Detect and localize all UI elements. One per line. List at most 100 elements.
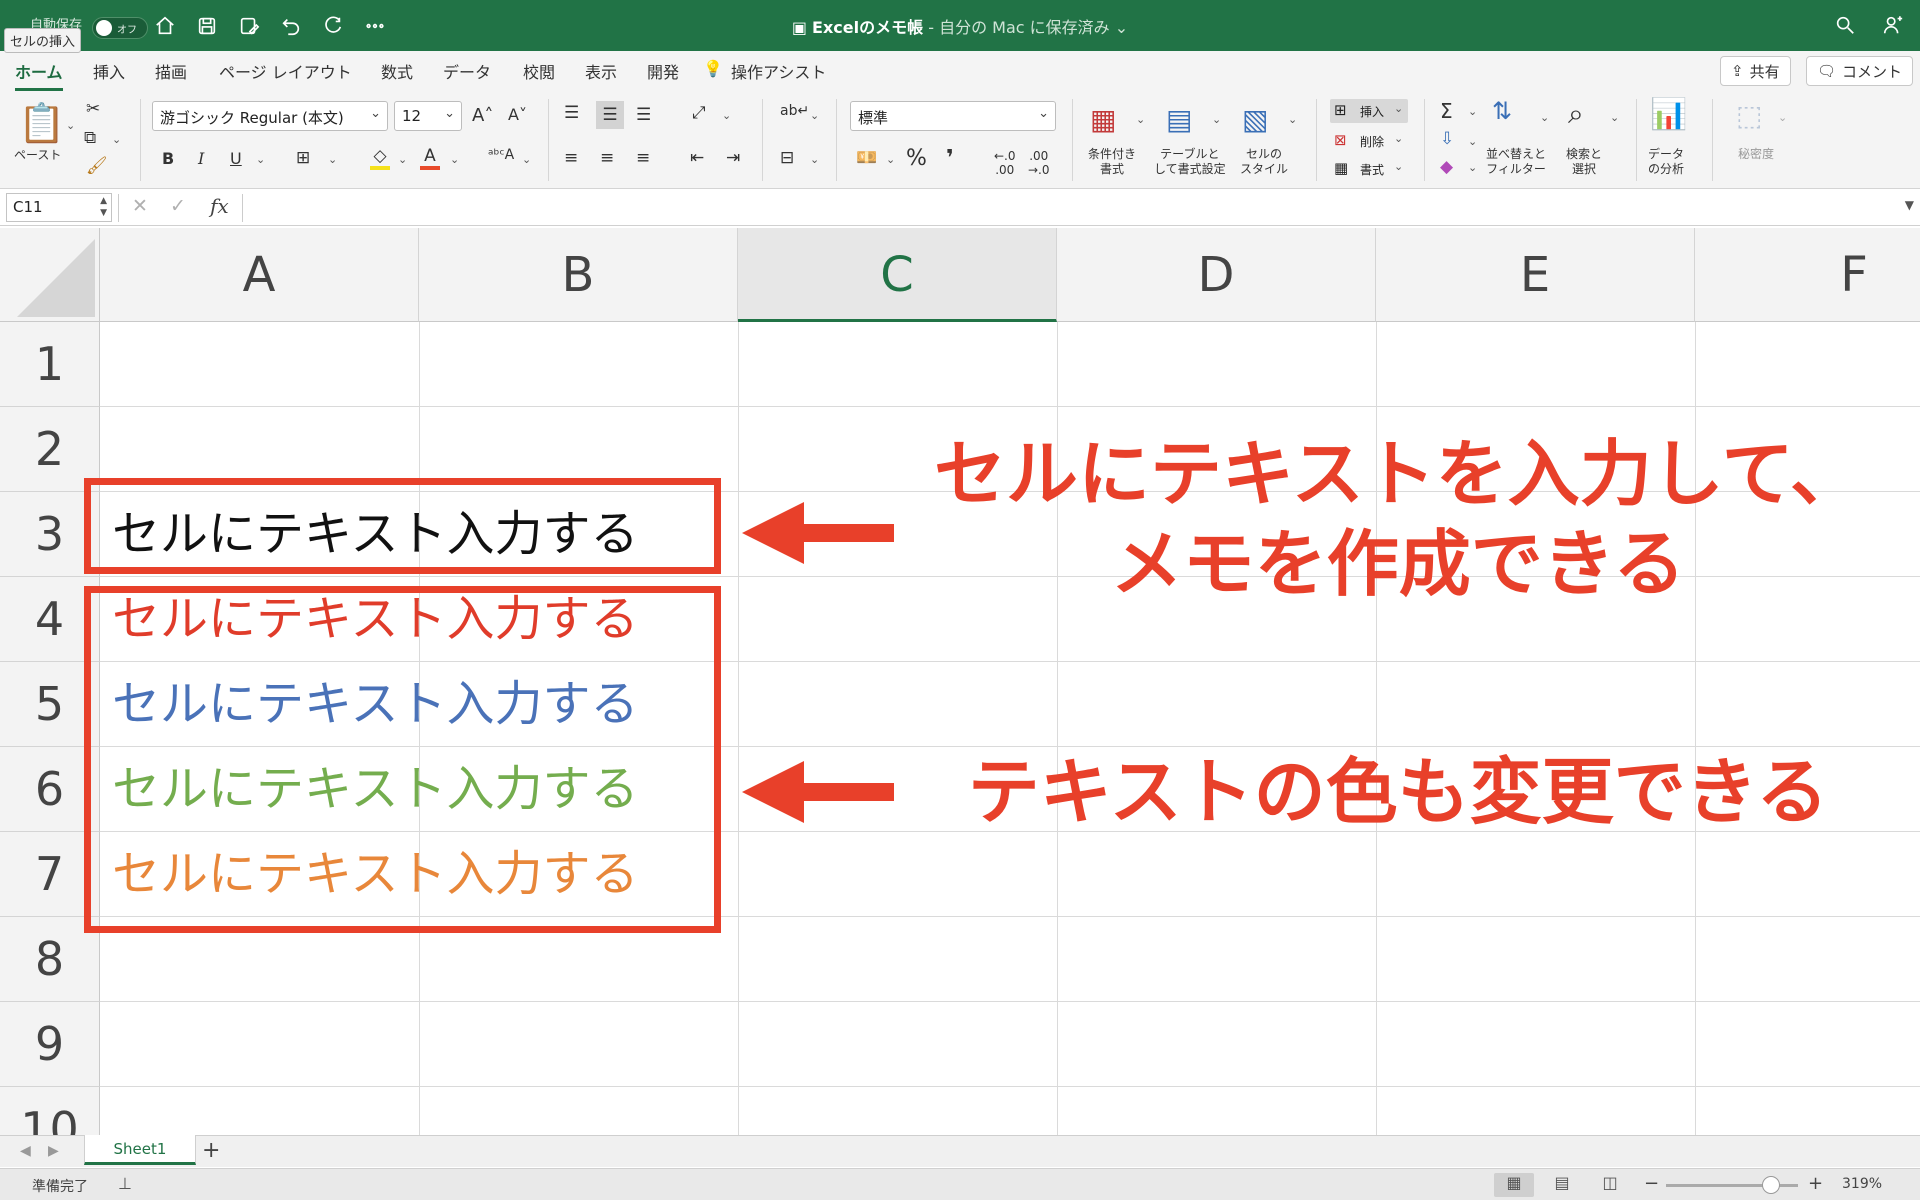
- increase-decimal-icon[interactable]: ←.0.00: [994, 149, 1016, 177]
- cut-icon[interactable]: ✂: [86, 99, 100, 119]
- column-header-a[interactable]: A: [100, 228, 419, 322]
- save-icon[interactable]: [194, 13, 220, 39]
- clear-icon[interactable]: ◆: [1440, 157, 1453, 177]
- comma-button[interactable]: ❜: [946, 146, 954, 171]
- row-header-10[interactable]: 10: [0, 1087, 100, 1135]
- tab-formulas[interactable]: 数式: [381, 59, 413, 83]
- align-middle-icon[interactable]: ☰: [596, 101, 624, 129]
- zoom-level[interactable]: 319%: [1842, 1176, 1882, 1192]
- save-as-icon[interactable]: [236, 13, 262, 39]
- tab-home[interactable]: ホーム: [15, 59, 63, 91]
- underline-dropdown-icon[interactable]: ⌄: [256, 153, 265, 166]
- share-button[interactable]: ⇪ 共有: [1720, 56, 1791, 86]
- chevron-down-icon[interactable]: ⌄: [1136, 113, 1145, 126]
- percent-button[interactable]: %: [906, 146, 927, 171]
- delete-cells-button[interactable]: ⊠ 削除 ⌄: [1330, 129, 1408, 153]
- tab-view[interactable]: 表示: [585, 59, 617, 83]
- comment-button[interactable]: 🗨 コメント: [1806, 56, 1914, 86]
- font-shrink-icon[interactable]: A˅: [508, 105, 527, 124]
- worksheet-grid[interactable]: A B C D E F 1 2 3 4 5 6 7 8 9 10 セルにテキスト…: [0, 228, 1920, 1135]
- name-box-spinner-icon[interactable]: ▲ ▼: [100, 195, 107, 219]
- confirm-entry-icon[interactable]: ✓: [170, 195, 186, 217]
- tab-data[interactable]: データ: [443, 59, 491, 83]
- chevron-down-icon[interactable]: ⌄: [1540, 111, 1549, 124]
- chevron-down-icon[interactable]: ⌄: [1610, 111, 1619, 124]
- italic-button[interactable]: I: [198, 149, 204, 168]
- borders-icon[interactable]: ⊞: [296, 148, 310, 168]
- format-cells-button[interactable]: ▦ 書式 ⌄: [1330, 157, 1408, 181]
- fill-color-dropdown-icon[interactable]: ⌄: [398, 153, 407, 166]
- font-color-icon[interactable]: A: [420, 146, 440, 170]
- fill-icon[interactable]: ⇩: [1440, 129, 1454, 149]
- decrease-decimal-icon[interactable]: .00 →.0: [1028, 149, 1050, 177]
- sort-filter-icon[interactable]: ⇅: [1492, 97, 1512, 125]
- row-header-1[interactable]: 1: [0, 322, 100, 407]
- select-all-corner[interactable]: [0, 228, 100, 322]
- zoom-in-button[interactable]: +: [1808, 1173, 1823, 1194]
- account-icon[interactable]: [1880, 12, 1906, 38]
- normal-view-icon[interactable]: ▦: [1494, 1173, 1534, 1197]
- align-right-icon[interactable]: ≡: [636, 148, 650, 168]
- column-header-d[interactable]: D: [1057, 228, 1376, 322]
- next-sheet-icon[interactable]: ▶: [48, 1143, 59, 1159]
- wrap-dropdown-icon[interactable]: ⌄: [810, 109, 819, 122]
- tab-insert[interactable]: 挿入: [93, 59, 125, 83]
- chevron-down-icon[interactable]: ⌄: [1212, 113, 1221, 126]
- align-left-icon[interactable]: ≡: [564, 148, 578, 168]
- bold-button[interactable]: B: [162, 149, 174, 168]
- wrap-text-icon[interactable]: ab↵: [780, 103, 809, 119]
- page-break-view-icon[interactable]: ◫: [1590, 1173, 1630, 1197]
- format-painter-icon[interactable]: 🖌: [86, 156, 108, 176]
- chevron-down-icon[interactable]: ⌄: [1468, 135, 1477, 148]
- font-color-dropdown-icon[interactable]: ⌄: [450, 153, 459, 166]
- align-center-icon[interactable]: ≡: [600, 148, 614, 168]
- format-as-table-icon[interactable]: ▤: [1166, 103, 1192, 136]
- undo-icon[interactable]: [278, 13, 304, 39]
- font-name-select[interactable]: 游ゴシック Regular (本文) ⌄: [152, 101, 388, 131]
- font-size-select[interactable]: 12 ⌄: [394, 101, 462, 131]
- phonetic-guide-icon[interactable]: ᵃᵇᶜA: [488, 147, 514, 163]
- decrease-indent-icon[interactable]: ⇤: [690, 148, 704, 168]
- copy-icon[interactable]: ⧉: [84, 128, 96, 148]
- expand-formula-bar-icon[interactable]: ▼: [1905, 198, 1914, 212]
- orientation-dropdown-icon[interactable]: ⌄: [722, 109, 731, 122]
- conditional-format-icon[interactable]: ▦: [1090, 103, 1116, 136]
- chevron-down-icon[interactable]: ⌄: [1468, 105, 1477, 118]
- chevron-down-icon[interactable]: ⌄: [1288, 113, 1297, 126]
- fill-color-icon[interactable]: ◇: [370, 146, 390, 170]
- tab-draw[interactable]: 描画: [155, 59, 187, 83]
- home-icon[interactable]: [152, 13, 178, 39]
- page-layout-view-icon[interactable]: ▤: [1542, 1173, 1582, 1197]
- column-header-b[interactable]: B: [419, 228, 738, 322]
- zoom-slider-thumb[interactable]: [1762, 1176, 1780, 1194]
- column-header-c[interactable]: C: [738, 228, 1057, 322]
- tab-developer[interactable]: 開発: [647, 59, 679, 83]
- redo-icon[interactable]: [320, 13, 346, 39]
- add-sheet-button[interactable]: +: [202, 1138, 220, 1163]
- phonetic-dropdown-icon[interactable]: ⌄: [522, 153, 531, 166]
- borders-dropdown-icon[interactable]: ⌄: [328, 153, 337, 166]
- paste-icon[interactable]: 📋: [18, 101, 65, 146]
- cancel-entry-icon[interactable]: ✕: [132, 195, 148, 217]
- name-box[interactable]: C11 ▲ ▼: [6, 193, 112, 222]
- tab-page-layout[interactable]: ページ レイアウト: [219, 59, 352, 83]
- search-icon[interactable]: [1832, 12, 1858, 38]
- row-header-9[interactable]: 9: [0, 1002, 100, 1087]
- prev-sheet-icon[interactable]: ◀: [20, 1143, 31, 1159]
- font-grow-icon[interactable]: A˄: [472, 105, 493, 126]
- merge-dropdown-icon[interactable]: ⌄: [810, 153, 819, 166]
- formula-input[interactable]: [250, 192, 1900, 224]
- chevron-down-icon[interactable]: ⌄: [1468, 161, 1477, 174]
- align-bottom-icon[interactable]: ☰: [636, 105, 651, 125]
- tab-review[interactable]: 校閲: [523, 59, 555, 83]
- autosum-icon[interactable]: Σ: [1440, 99, 1453, 123]
- column-header-e[interactable]: E: [1376, 228, 1695, 322]
- cell-styles-icon[interactable]: ▧: [1242, 103, 1268, 136]
- accessibility-icon[interactable]: ⊥: [118, 1174, 132, 1193]
- currency-icon[interactable]: 💴: [856, 148, 877, 168]
- find-select-icon[interactable]: ⌕: [1568, 97, 1584, 131]
- copy-dropdown-icon[interactable]: ⌄: [112, 133, 121, 146]
- sheet-tab-sheet1[interactable]: Sheet1: [84, 1135, 196, 1165]
- orientation-icon[interactable]: ⤢: [692, 103, 706, 123]
- insert-cells-button[interactable]: ⊞ 挿入 ⌄: [1330, 99, 1408, 123]
